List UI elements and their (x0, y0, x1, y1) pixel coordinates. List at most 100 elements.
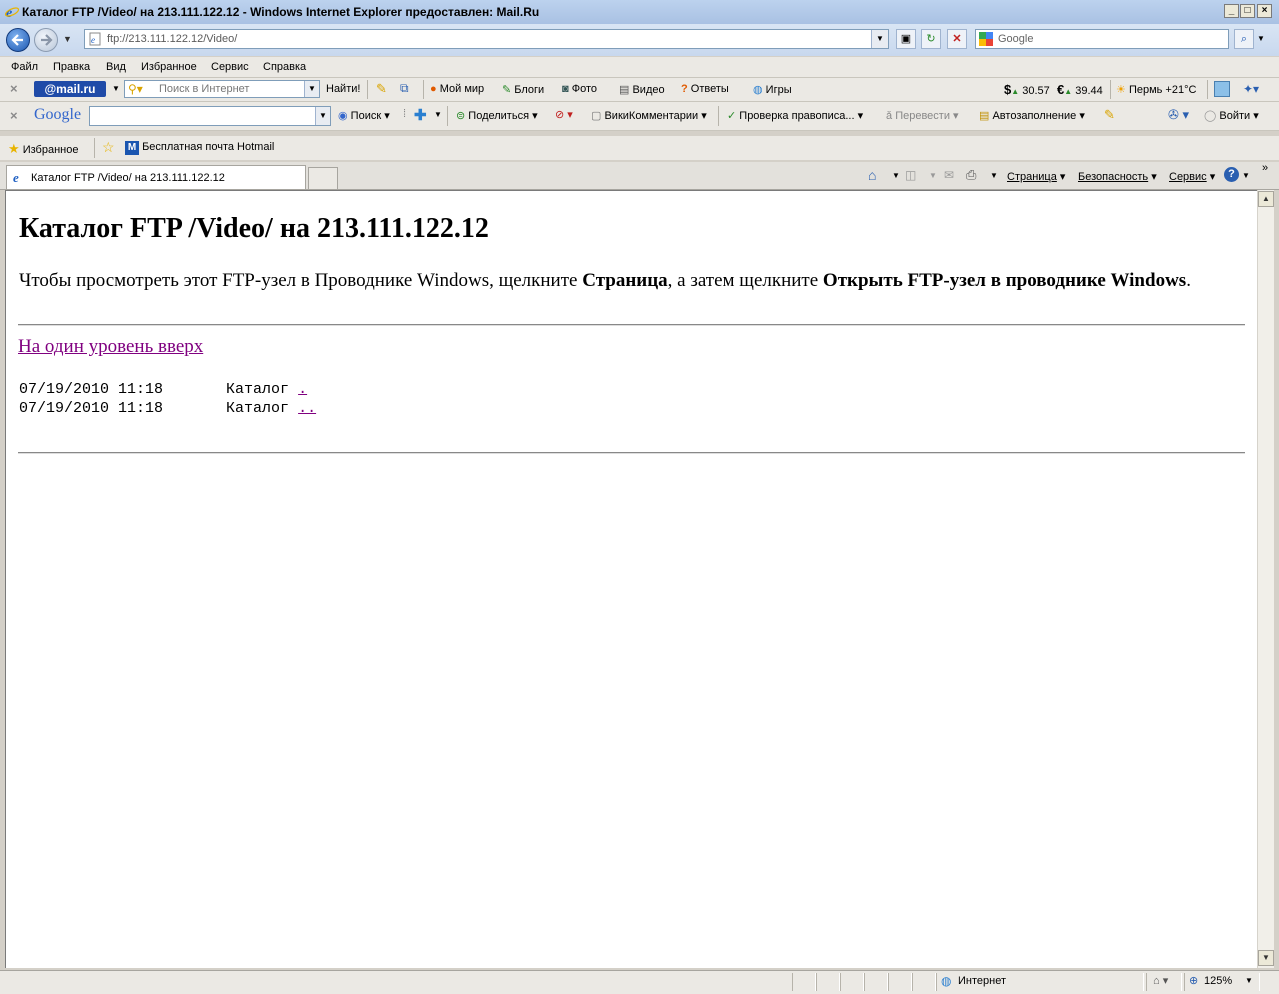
menu-view[interactable]: Вид (106, 61, 126, 73)
signin-button[interactable]: ◯ Войти ▾ (1204, 109, 1259, 122)
stop-icon[interactable]: ✕ (947, 29, 967, 49)
close-toolbar-icon[interactable]: × (10, 108, 18, 123)
menu-favorites[interactable]: Избранное (141, 61, 197, 73)
feeds-dropdown-icon[interactable]: ▼ (929, 171, 937, 180)
entry-date: 07/19/2010 11:18 (19, 381, 164, 398)
separator (447, 106, 448, 126)
menu-tools[interactable]: Сервис (211, 61, 249, 73)
parent-directory-link[interactable]: На один уровень вверх (18, 336, 203, 358)
favorites-button[interactable]: ★ Избранное (8, 141, 78, 157)
zone-label: Интернет (958, 975, 1006, 987)
block-icon[interactable]: ⊘ ▾ (555, 108, 573, 121)
photo-link[interactable]: ◙ Фото (562, 83, 597, 95)
camera-icon: ◙ (562, 83, 569, 95)
zone-cell[interactable]: ◍ Интернет (936, 973, 1144, 991)
zoom-dropdown-icon[interactable]: ▼ (1245, 976, 1253, 985)
mailru-logo[interactable]: @mail.ru (34, 81, 106, 97)
hotmail-link[interactable]: M Бесплатная почта Hotmail (125, 141, 274, 155)
add-dropdown-icon[interactable]: ▼ (434, 110, 442, 119)
back-button[interactable] (6, 28, 30, 52)
address-dropdown-icon[interactable]: ▼ (871, 30, 888, 48)
history-dropdown-icon[interactable]: ▼ (63, 34, 72, 44)
share-button[interactable]: ⊜ Поделиться ▾ (456, 109, 538, 122)
search-field[interactable]: Google (975, 29, 1229, 49)
address-field[interactable]: e ftp://213.111.122.12/Video/ ▼ (84, 29, 889, 49)
page-menu[interactable]: Страница ▾ (1007, 170, 1065, 183)
tab-active[interactable]: e Каталог FTP /Video/ на 213.111.122.12 (6, 165, 306, 189)
settings-icon[interactable]: ✦▾ (1243, 82, 1259, 96)
translate-button[interactable]: ǎ Перевести ▾ (886, 109, 959, 122)
spellcheck-button[interactable]: ✓ Проверка правописа... ▾ (727, 109, 863, 122)
home-icon[interactable]: ⌂ (868, 167, 876, 183)
autofill-button[interactable]: ▤ Автозаполнение ▾ (979, 109, 1085, 122)
wiki-comments-button[interactable]: ▢ ВикиКомментарии ▾ (591, 109, 707, 122)
help-icon[interactable]: ? (1224, 167, 1239, 182)
close-button[interactable]: × (1257, 4, 1272, 18)
globe-icon: ◍ (941, 974, 952, 988)
wrench-icon[interactable]: ✇ ▾ (1168, 107, 1189, 123)
separator (94, 138, 95, 158)
close-toolbar-icon[interactable]: × (10, 81, 18, 96)
eur-rate[interactable]: €▲ 39.44 (1057, 82, 1103, 97)
tab-title: Каталог FTP /Video/ на 213.111.122.12 (31, 172, 225, 184)
search-icon[interactable]: ⌕ (1234, 29, 1254, 49)
google-search-input[interactable]: ▼ (89, 106, 331, 126)
safety-menu[interactable]: Безопасность ▾ (1078, 170, 1157, 183)
status-cell (888, 973, 912, 991)
map-icon[interactable] (1214, 81, 1230, 97)
refresh-icon[interactable]: ↻ (921, 29, 941, 49)
mailru-search-input[interactable]: ⚲▾ Поиск в Интернет ▼ (124, 80, 320, 98)
entry-date: 07/19/2010 11:18 (19, 400, 164, 417)
protected-mode-cell[interactable]: ⌂ ▾ (1146, 973, 1182, 991)
find-on-page-icon[interactable]: ⧉ (400, 81, 409, 96)
add-favorite-icon[interactable]: ☆ (102, 139, 115, 156)
games-link[interactable]: ◍ Игры (753, 83, 792, 96)
google-search-button[interactable]: ◉ Поиск ▾ (338, 109, 390, 122)
page-menu-label: Страница (1007, 171, 1057, 183)
divider (18, 324, 1245, 326)
print-icon[interactable]: ⎙ (966, 167, 976, 183)
divider (18, 452, 1245, 454)
entry-link[interactable]: . (298, 381, 307, 398)
vertical-scrollbar[interactable]: ▲ ▼ (1257, 190, 1274, 968)
new-tab-button[interactable] (308, 167, 338, 189)
mailru-search-dropdown-icon[interactable]: ▼ (304, 81, 319, 97)
scroll-down-icon[interactable]: ▼ (1258, 950, 1274, 966)
search-placeholder: Google (998, 33, 1034, 45)
video-link[interactable]: ▤ Видео (619, 83, 665, 96)
feeds-icon[interactable]: ◫ (905, 168, 916, 182)
usd-rate[interactable]: $▲ 30.57 (1004, 82, 1050, 97)
mail-icon[interactable]: ✉ (944, 168, 954, 182)
tools-menu[interactable]: Сервис ▾ (1169, 170, 1215, 183)
compatibility-view-icon[interactable]: ▣ (896, 29, 916, 49)
home-dropdown-icon[interactable]: ▼ (892, 171, 900, 180)
google-icon (979, 32, 993, 46)
menu-edit[interactable]: Правка (53, 61, 90, 73)
chevron-right-icon[interactable]: » (1262, 162, 1268, 174)
minimize-button[interactable]: _ (1224, 4, 1239, 18)
help-dropdown-icon[interactable]: ▼ (1242, 171, 1250, 180)
highlighter-icon[interactable]: ✎ (1104, 107, 1115, 123)
mailru-menu-icon[interactable]: ▼ (112, 84, 120, 93)
highlight-icon[interactable]: ✎ (376, 81, 387, 97)
print-dropdown-icon[interactable]: ▼ (990, 171, 998, 180)
forward-button[interactable] (34, 28, 58, 52)
weather-widget[interactable]: ☀ Пермь +21°C (1116, 83, 1196, 96)
drag-handle-icon[interactable]: ⁞ (403, 108, 406, 120)
find-button[interactable]: Найти! (326, 83, 360, 95)
answers-link[interactable]: ? Ответы (681, 83, 729, 95)
photo-label: Фото (571, 83, 597, 95)
search-options-icon[interactable]: ▼ (1257, 34, 1265, 43)
entry-link[interactable]: .. (298, 400, 316, 417)
blogs-link[interactable]: ✎ Блоги (502, 83, 544, 96)
menu-help[interactable]: Справка (263, 61, 306, 73)
page-content: Каталог FTP /Video/ на 213.111.122.12 Чт… (5, 190, 1257, 968)
google-search-dropdown-icon[interactable]: ▼ (315, 107, 330, 125)
entry-type: Каталог (226, 381, 290, 398)
zoom-cell[interactable]: ⊕ 125% ▼ (1184, 973, 1260, 991)
scroll-up-icon[interactable]: ▲ (1258, 191, 1274, 207)
add-button-icon[interactable]: ✚ (414, 106, 427, 124)
my-world-link[interactable]: ● Мой мир (430, 83, 484, 95)
maximize-button[interactable]: □ (1240, 4, 1255, 18)
menu-file[interactable]: Файл (11, 61, 38, 73)
